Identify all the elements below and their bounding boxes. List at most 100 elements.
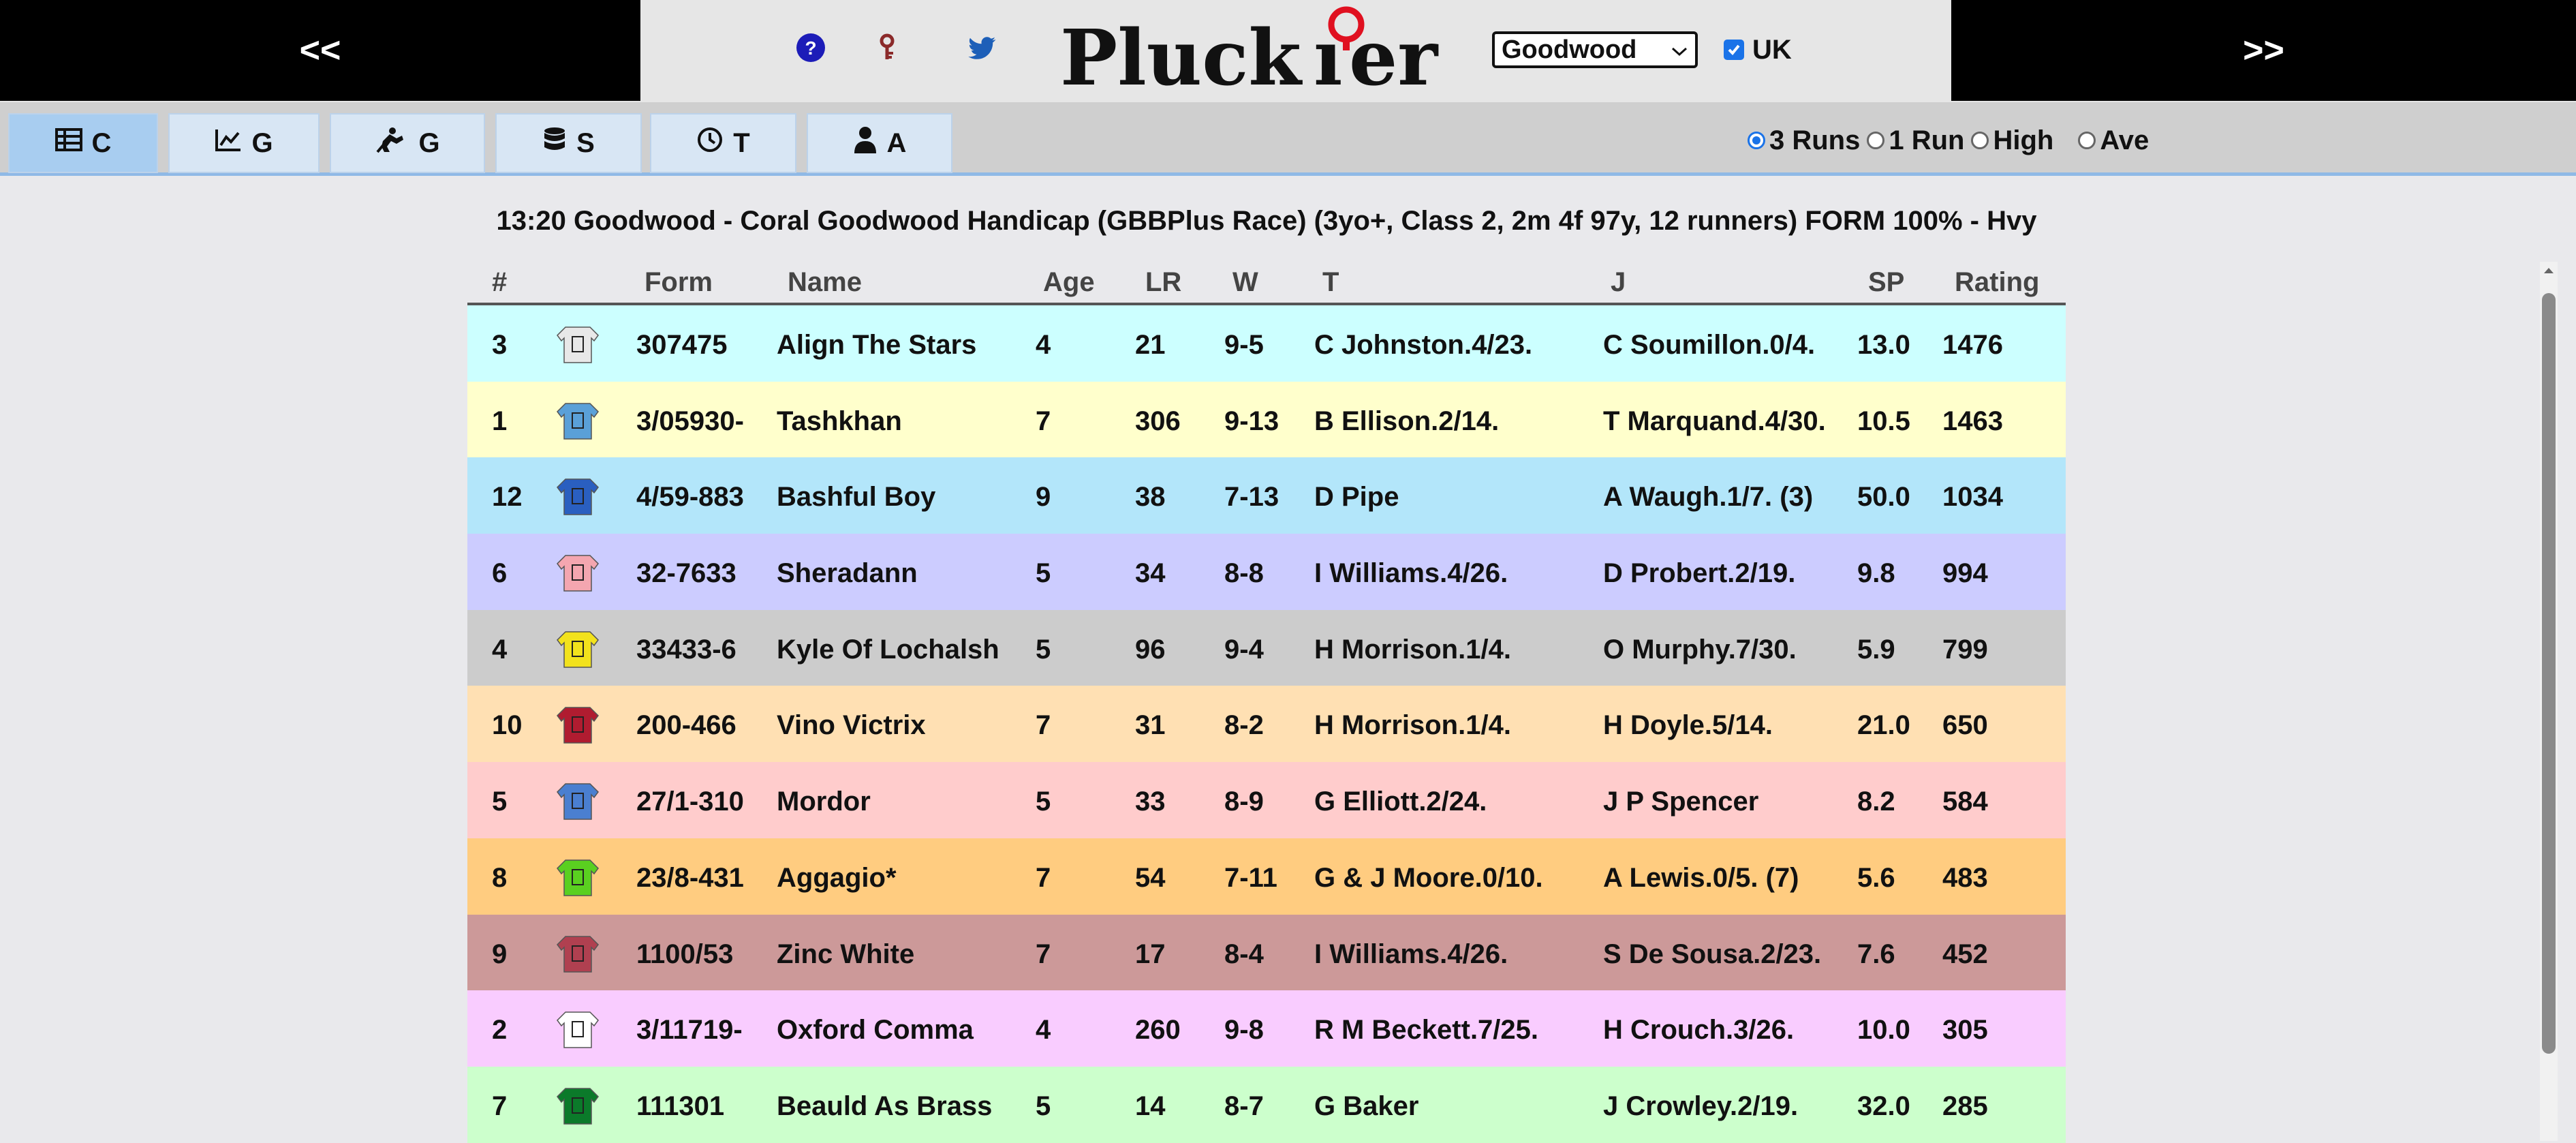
course-select[interactable]: Goodwood (1492, 31, 1698, 68)
runner-lr: 306 (1135, 406, 1181, 436)
runner-sp: 8.2 (1857, 787, 1895, 817)
runner-form: 23/8-431 (636, 862, 744, 893)
runner-trainer: R M Beckett.7/25. (1314, 1015, 1539, 1046)
tab-label: A (886, 127, 907, 158)
runner-name[interactable]: Vino Victrix (777, 710, 926, 741)
table-row[interactable]: 8 23/8-431 Aggagio* 7 54 7-11 G & J Moore.0/10… (467, 838, 2066, 915)
runner-trainer: C Johnston.4/23. (1314, 330, 1533, 360)
runner-jockey: D Probert.2/19. (1603, 558, 1796, 589)
runner-trainer: I Williams.4/26. (1314, 939, 1508, 969)
runner-weight: 8-2 (1224, 710, 1264, 741)
chevron-down-icon (1671, 35, 1688, 65)
runner-weight: 8-9 (1224, 787, 1264, 817)
svg-text:ı: ı (1314, 14, 1343, 98)
previous-race-button[interactable]: << (0, 0, 640, 101)
runner-age: 7 (1036, 939, 1051, 969)
header-weight[interactable]: W (1232, 267, 1258, 298)
table-row[interactable]: 6 32-7633 Sheradann 5 34 8-8 I Williams.4/26. D… (467, 534, 2066, 610)
runner-name[interactable]: Bashful Boy (777, 482, 935, 513)
tab-graph[interactable]: G (168, 113, 320, 173)
going-icon (375, 126, 409, 160)
jockey-silks-icon (550, 323, 604, 365)
table-row[interactable]: 2 3/11719- Oxford Comma 4 260 9-8 R M Beckett.… (467, 990, 2066, 1067)
runner-age: 7 (1036, 862, 1051, 893)
runner-age: 5 (1036, 558, 1051, 589)
top-bar: << ? Pluck ı er Goodwood UK >> (0, 0, 2576, 103)
runner-name[interactable]: Aggagio* (777, 863, 897, 894)
course-select-value: Goodwood (1502, 35, 1637, 64)
header-rating[interactable]: Rating (1955, 267, 2039, 298)
runner-name[interactable]: Zinc White (777, 939, 914, 970)
runner-rating: 1476 (1942, 330, 2003, 360)
runner-age: 4 (1036, 1015, 1051, 1046)
runner-sp: 10.5 (1857, 406, 1910, 436)
runner-form: 3/05930- (636, 406, 744, 436)
table-row[interactable]: 4 33433-6 Kyle Of Lochalsh 5 96 9-4 H Morrison… (467, 609, 2066, 686)
tab-stats[interactable]: S (495, 113, 642, 173)
table-row[interactable]: 12 4/59-883 Bashful Boy 9 38 7-13 D Pipe A Waug… (467, 457, 2066, 534)
header-trainer[interactable]: T (1322, 267, 1339, 298)
runner-weight: 9-13 (1224, 406, 1279, 436)
tab-going[interactable]: G (330, 113, 485, 173)
runner-trainer: G & J Moore.0/10. (1314, 862, 1543, 893)
svg-text:Pluck: Pluck (1060, 14, 1303, 98)
runner-sp: 5.6 (1857, 862, 1895, 893)
runner-name[interactable]: Kyle Of Lochalsh (777, 635, 999, 665)
scrollbar[interactable] (2540, 262, 2558, 1141)
key-icon[interactable] (867, 27, 907, 68)
runner-weight: 7-13 (1224, 482, 1279, 513)
runner-sp: 7.6 (1857, 939, 1895, 969)
header-name[interactable]: Name (788, 267, 862, 298)
table-row[interactable]: 10 200-466 Vino Victrix 7 31 8-2 H Morrison.1/… (467, 686, 2066, 763)
radio-ave[interactable]: Ave (2078, 125, 2149, 156)
tab-label: T (733, 127, 750, 158)
scroll-up-arrow-icon[interactable] (2540, 262, 2558, 279)
header-jockey[interactable]: J (1611, 267, 1626, 298)
twitter-icon[interactable] (961, 27, 1002, 68)
table-row[interactable]: 7 111301 Beauld As Brass 5 14 8-7 G Baker J Cro… (467, 1066, 2066, 1143)
runner-name[interactable]: Beauld As Brass (777, 1091, 992, 1122)
scrollbar-thumb[interactable] (2542, 293, 2556, 1054)
header-lr[interactable]: LR (1145, 267, 1181, 298)
runner-sp: 50.0 (1857, 482, 1910, 513)
runner-trainer: G Elliott.2/24. (1314, 787, 1487, 817)
runner-jockey: C Soumillon.0/4. (1603, 330, 1816, 360)
jockey-silks-icon (550, 856, 604, 898)
runner-number: 4 (492, 634, 508, 665)
runner-name[interactable]: Tashkhan (777, 406, 902, 437)
header-number[interactable]: # (492, 267, 507, 298)
runner-name[interactable]: Align The Stars (777, 330, 976, 361)
jockey-silks-icon (550, 1084, 604, 1127)
radio-label: Ave (2100, 125, 2150, 155)
radio-1-run[interactable]: 1 Run (1867, 125, 1964, 156)
help-icon[interactable]: ? (790, 27, 831, 68)
tab-card[interactable]: C (8, 113, 158, 173)
uk-checkbox[interactable] (1724, 40, 1744, 60)
tab-analysis[interactable]: A (807, 113, 952, 173)
runner-trainer: B Ellison.2/14. (1314, 406, 1500, 436)
radio-3-runs[interactable]: 3 Runs (1748, 125, 1860, 156)
line-chart-icon (215, 127, 242, 159)
runner-name[interactable]: Mordor (777, 787, 871, 817)
runner-jockey: T Marquand.4/30. (1603, 406, 1826, 436)
header-form[interactable]: Form (645, 267, 713, 298)
header-sp[interactable]: SP (1868, 267, 1904, 298)
header-age[interactable]: Age (1043, 267, 1095, 298)
table-row[interactable]: 5 27/1-310 Mordor 5 33 8-9 G Elliott.2/24. J P … (467, 762, 2066, 838)
radio-high[interactable]: High (1971, 125, 2053, 156)
runner-number: 10 (492, 710, 523, 741)
runner-name[interactable]: Oxford Comma (777, 1015, 974, 1046)
tab-time[interactable]: T (650, 113, 796, 173)
next-race-button[interactable]: >> (1951, 0, 2576, 101)
runner-name[interactable]: Sheradann (777, 558, 918, 589)
runner-sp: 10.0 (1857, 1015, 1910, 1046)
pluckier-logo[interactable]: Pluck ı er (1057, 3, 1459, 103)
runner-number: 6 (492, 558, 508, 589)
table-icon (55, 127, 82, 159)
table-row[interactable]: 9 1100/53 Zinc White 7 17 8-4 I Williams.4/26.… (467, 914, 2066, 991)
runner-trainer: H Morrison.1/4. (1314, 710, 1511, 741)
runner-lr: 34 (1135, 558, 1166, 589)
table-row[interactable]: 3 307475 Align The Stars 4 21 9-5 C Johnston.4… (467, 305, 2066, 382)
table-row[interactable]: 1 3/05930- Tashkhan 7 306 9-13 B Ellison.2/14.… (467, 381, 2066, 458)
radio-label: High (1993, 125, 2054, 155)
